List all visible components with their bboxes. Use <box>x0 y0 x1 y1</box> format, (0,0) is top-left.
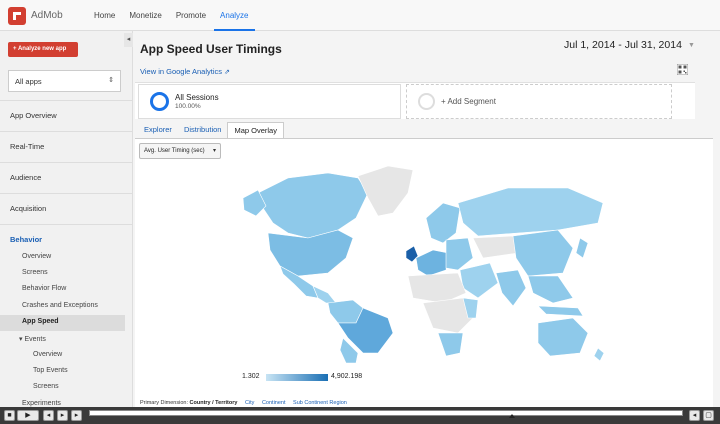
sidebar-subitem-overview[interactable]: Overview <box>22 253 51 260</box>
add-segment-button[interactable]: + Add Segment <box>406 84 672 119</box>
stop-icon[interactable]: ■ <box>4 410 15 421</box>
map-region-indonesia <box>537 305 584 317</box>
external-link-icon: ⇗ <box>224 69 230 76</box>
primary-dimension-label: Primary Dimension: <box>140 400 188 406</box>
map-region-japan <box>575 237 589 259</box>
map-region-south-africa <box>437 332 464 357</box>
legend-min-value: 1.302 <box>242 373 260 380</box>
sidebar-subitem-app-speed[interactable]: App Speed <box>22 318 59 325</box>
sidebar-subitem-top-events[interactable]: Top Events <box>33 367 68 374</box>
add-segment-label: + Add Segment <box>441 97 496 106</box>
dimension-link-subcontinent[interactable]: Sub Continent Region <box>293 400 347 406</box>
map-region-western-europe <box>415 249 449 277</box>
map-region-central-america <box>312 285 337 304</box>
primary-dimension-selected: Country / Territory <box>189 400 238 406</box>
map-region-greenland <box>357 165 414 217</box>
sidebar-subitem-events-overview[interactable]: Overview <box>33 351 62 358</box>
sidebar-item-behavior[interactable]: Behavior <box>10 235 42 244</box>
sidebar-item-app-overview[interactable]: App Overview <box>10 111 57 120</box>
map-region-canada <box>257 172 369 239</box>
fullscreen-icon[interactable]: ▢ <box>703 410 714 421</box>
qr-grid-icon[interactable] <box>677 64 688 75</box>
legend-max-value: 4,902.198 <box>331 373 363 380</box>
sidebar-subitem-events[interactable]: ▾ Events <box>19 335 46 343</box>
empty-ring-icon <box>418 93 435 110</box>
tab-map-overlay[interactable]: Map Overlay <box>227 122 284 138</box>
rewind-icon[interactable]: ◂ <box>43 410 54 421</box>
page-title: App Speed User Timings <box>140 42 282 56</box>
admob-logo-icon[interactable] <box>8 7 26 25</box>
sidebar-divider <box>0 131 133 132</box>
sidebar-subitem-events-screens[interactable]: Screens <box>33 383 59 390</box>
dimension-link-city[interactable]: City <box>245 400 254 406</box>
play-icon[interactable]: ▶ <box>17 410 39 421</box>
world-map[interactable] <box>228 158 613 363</box>
apps-select-value: All apps <box>15 77 42 86</box>
segment-all-sessions[interactable]: All Sessions 100.00% <box>138 84 401 119</box>
select-arrows-icon: ⇕ <box>108 77 114 84</box>
sidebar-subitem-behavior-flow[interactable]: Behavior Flow <box>22 285 66 292</box>
sidebar-subitem-events-label: Events <box>24 336 46 343</box>
sidebar-item-audience[interactable]: Audience <box>10 173 41 182</box>
map-region-australia <box>537 317 589 357</box>
primary-dimension-bar: Primary Dimension: Country / Territory C… <box>140 400 347 406</box>
sidebar-subitem-experiments[interactable]: Experiments <box>22 400 61 407</box>
tab-explorer[interactable]: Explorer <box>138 122 178 138</box>
nav-promote[interactable]: Promote <box>170 0 212 31</box>
collapse-sidebar-icon[interactable]: ◂ <box>124 33 133 47</box>
map-region-india <box>495 269 527 307</box>
sidebar-item-real-time[interactable]: Real-Time <box>10 142 44 151</box>
sidebar-divider <box>0 224 133 225</box>
metric-select-value: Avg. User Timing (sec) <box>144 148 205 154</box>
forward-icon[interactable]: ▸ <box>57 410 68 421</box>
legend-gradient <box>266 374 328 381</box>
sidebar-divider <box>0 100 133 101</box>
chevron-down-icon[interactable]: ▼ <box>688 42 695 49</box>
tab-distribution[interactable]: Distribution <box>178 122 228 138</box>
skip-end-icon[interactable]: ▸ <box>71 410 82 421</box>
metric-select[interactable]: Avg. User Timing (sec) ▾ <box>139 143 221 159</box>
map-region-china <box>512 229 574 277</box>
segment-percentage: 100.00% <box>175 103 201 110</box>
segment-name: All Sessions <box>175 93 219 102</box>
nav-home[interactable]: Home <box>88 0 121 31</box>
seek-knob-icon[interactable] <box>509 414 515 418</box>
expand-triangle-icon: ▾ <box>19 336 23 343</box>
dimension-link-continent[interactable]: Continent <box>262 400 286 406</box>
map-region-kazakhstan <box>472 235 519 259</box>
sidebar-divider <box>0 162 133 163</box>
sidebar-active-highlight <box>0 315 125 331</box>
nav-monetize[interactable]: Monetize <box>123 0 167 31</box>
segment-ring-icon <box>150 92 169 111</box>
map-region-eastern-europe <box>445 237 474 271</box>
view-in-ga-link[interactable]: View in Google Analytics ⇗ <box>140 67 230 76</box>
apps-select[interactable]: All apps ⇕ <box>8 70 121 92</box>
analyze-new-app-button[interactable]: + Analyze new app <box>8 42 78 57</box>
view-in-ga-label: View in Google Analytics <box>140 67 222 76</box>
date-range-picker[interactable]: Jul 1, 2014 - Jul 31, 2014 <box>564 39 682 51</box>
map-region-russia <box>457 187 604 237</box>
sidebar-divider <box>0 193 133 194</box>
top-nav: Home Monetize Promote Analyze <box>88 0 257 31</box>
sidebar-subitem-crashes[interactable]: Crashes and Exceptions <box>22 302 98 309</box>
map-region-scandinavia <box>425 202 461 244</box>
sidebar-item-acquisition[interactable]: Acquisition <box>10 204 46 213</box>
map-region-southeast-asia <box>527 275 574 304</box>
chevron-down-icon: ▾ <box>212 148 216 154</box>
report-tabs: Explorer Distribution Map Overlay <box>138 122 284 138</box>
nav-analyze[interactable]: Analyze <box>214 0 255 31</box>
sidebar-subitem-screens[interactable]: Screens <box>22 269 48 276</box>
seek-bar[interactable] <box>89 410 683 416</box>
brand-name: AdMob <box>31 10 63 21</box>
volume-icon[interactable]: ◂ <box>689 410 700 421</box>
map-region-new-zealand <box>593 347 605 362</box>
